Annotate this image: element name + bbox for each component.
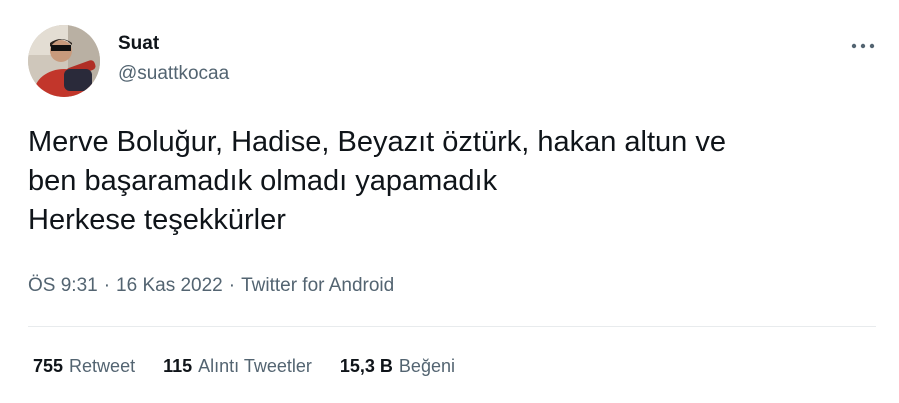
quote-tweets-stat[interactable]: 115 Alıntı Tweetler bbox=[163, 353, 312, 379]
profile-photo-icon bbox=[28, 25, 100, 97]
retweet-label: Retweet bbox=[69, 356, 136, 376]
engagement-stats: 755 Retweet 115 Alıntı Tweetler 15,3 B Beğe… bbox=[33, 353, 455, 379]
display-name[interactable]: Suat bbox=[118, 33, 229, 55]
more-horizontal-icon bbox=[851, 43, 875, 49]
more-options-button[interactable] bbox=[846, 36, 880, 56]
tweet-card: Suat @suattkocaa Merve Boluğur, Hadise, … bbox=[0, 0, 899, 403]
meta-separator: · bbox=[103, 275, 111, 296]
likes-stat[interactable]: 15,3 B Beğeni bbox=[340, 353, 455, 379]
quote-label: Alıntı Tweetler bbox=[198, 356, 312, 376]
tweet-date-link[interactable]: 16 Kas 2022 bbox=[116, 275, 223, 296]
avatar[interactable] bbox=[28, 25, 100, 97]
like-count: 15,3 B bbox=[339, 356, 393, 376]
meta-separator: · bbox=[228, 275, 236, 296]
tweet-text: Merve Boluğur, Hadise, Beyazıt öztürk, h… bbox=[28, 126, 726, 236]
quote-count: 115 bbox=[163, 356, 193, 376]
retweet-count: 755 bbox=[33, 356, 64, 376]
like-label: Beğeni bbox=[398, 356, 455, 376]
tweet-time-link[interactable]: ÖS 9:31 bbox=[28, 275, 98, 296]
tweet-source-link[interactable]: Twitter for Android bbox=[241, 275, 394, 296]
retweets-stat[interactable]: 755 Retweet bbox=[33, 353, 135, 379]
divider bbox=[28, 326, 876, 327]
author-block: Suat @suattkocaa bbox=[118, 33, 229, 85]
user-handle[interactable]: @suattkocaa bbox=[118, 63, 229, 85]
tweet-metadata: ÖS 9:31 · 16 Kas 2022 · Twitter for Android bbox=[28, 273, 394, 299]
